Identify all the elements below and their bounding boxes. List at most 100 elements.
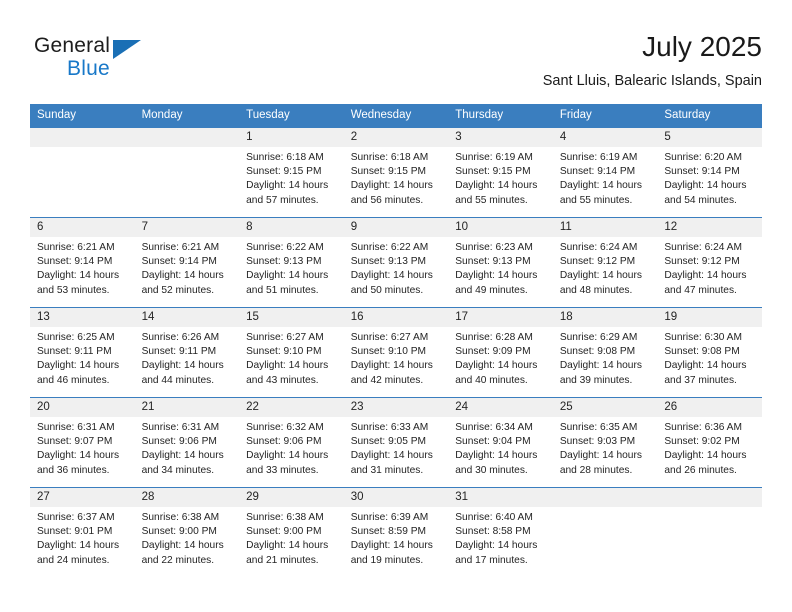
day-detail-line: Daylight: 14 hours <box>246 360 329 372</box>
day-detail-line: and 24 minutes. <box>37 554 110 566</box>
day-number: 24 <box>448 398 553 417</box>
day-number: 8 <box>239 218 344 237</box>
day-detail-line: Sunrise: 6:24 AM <box>664 242 742 253</box>
calendar-day-cell[interactable]: 1 Sunrise: 6:18 AM Sunset: 9:15 PM Daylight… <box>239 127 344 218</box>
calendar-day-cell[interactable]: 7 Sunrise: 6:21 AM Sunset: 9:14 PM Daylight… <box>134 217 240 308</box>
day-number: 12 <box>657 218 762 237</box>
calendar-day-cell[interactable]: 19 Sunrise: 6:30 AM Sunset: 9:08 PM Dayligh… <box>657 307 762 398</box>
calendar-day-cell[interactable]: 20 Sunrise: 6:31 AM Sunset: 9:07 PM Dayligh… <box>30 397 135 488</box>
day-detail-line: Sunrise: 6:19 AM <box>455 152 533 163</box>
calendar-day-cell[interactable]: 21 Sunrise: 6:31 AM Sunset: 9:06 PM Dayligh… <box>134 397 240 488</box>
calendar-day-cell[interactable]: 2 Sunrise: 6:18 AM Sunset: 9:15 PM Daylight… <box>343 127 449 218</box>
day-detail-line: Daylight: 14 hours <box>664 450 747 462</box>
day-detail-line: and 31 minutes. <box>350 464 424 476</box>
day-details: Sunrise: 6:25 AM Sunset: 9:11 PM Daylight:… <box>30 327 135 388</box>
day-detail-line: Sunset: 9:10 PM <box>246 346 322 358</box>
calendar-week-row: 6 Sunrise: 6:21 AM Sunset: 9:14 PM Daylight… <box>30 217 762 308</box>
day-detail-line: and 34 minutes. <box>141 464 215 476</box>
calendar-day-cell[interactable]: 10 Sunrise: 6:23 AM Sunset: 9:13 PM Dayligh… <box>448 217 553 308</box>
calendar-day-cell[interactable]: 18 Sunrise: 6:29 AM Sunset: 9:08 PM Dayligh… <box>552 307 658 398</box>
day-detail-line: and 44 minutes. <box>141 374 215 386</box>
day-number: 18 <box>552 308 658 327</box>
day-detail-line: Sunset: 9:14 PM <box>664 166 740 178</box>
weekday-header-sunday: Sunday <box>30 104 135 128</box>
day-detail-line: and 53 minutes. <box>37 284 110 296</box>
calendar-day-cell[interactable]: 9 Sunrise: 6:22 AM Sunset: 9:13 PM Daylight… <box>343 217 449 308</box>
day-detail-line: and 22 minutes. <box>141 554 215 566</box>
day-detail-line: Sunrise: 6:22 AM <box>350 242 429 253</box>
day-detail-line: Sunset: 9:01 PM <box>37 526 113 538</box>
day-number <box>552 488 658 507</box>
general-blue-logo[interactable]: General Blue <box>34 34 224 90</box>
calendar-day-cell[interactable]: 6 Sunrise: 6:21 AM Sunset: 9:14 PM Daylight… <box>30 217 135 308</box>
weekday-header-thursday: Thursday <box>448 104 553 128</box>
calendar-day-cell[interactable]: 22 Sunrise: 6:32 AM Sunset: 9:06 PM Dayligh… <box>239 397 344 488</box>
day-detail-line: Sunset: 9:14 PM <box>141 256 217 268</box>
triangle-logo-icon <box>113 40 141 59</box>
day-details: Sunrise: 6:22 AM Sunset: 9:13 PM Daylight:… <box>239 237 344 298</box>
day-details: Sunrise: 6:27 AM Sunset: 9:10 PM Daylight:… <box>344 327 449 388</box>
day-detail-line: Sunrise: 6:20 AM <box>664 152 742 163</box>
day-number: 4 <box>552 128 658 147</box>
calendar-week-row: 13 Sunrise: 6:25 AM Sunset: 9:11 PM Dayligh… <box>30 307 762 398</box>
calendar-day-cell[interactable]: 13 Sunrise: 6:25 AM Sunset: 9:11 PM Dayligh… <box>30 307 135 398</box>
calendar-day-cell[interactable]: 31 Sunrise: 6:40 AM Sunset: 8:58 PM Dayligh… <box>448 487 553 578</box>
calendar-day-cell[interactable]: 12 Sunrise: 6:24 AM Sunset: 9:12 PM Dayligh… <box>657 217 762 308</box>
calendar-day-cell[interactable]: 28 Sunrise: 6:38 AM Sunset: 9:00 PM Dayligh… <box>134 487 240 578</box>
day-detail-line: Daylight: 14 hours <box>664 360 747 372</box>
day-details: Sunrise: 6:36 AM Sunset: 9:02 PM Daylight:… <box>657 417 762 478</box>
calendar-day-cell[interactable]: 4 Sunrise: 6:19 AM Sunset: 9:14 PM Daylight… <box>552 127 658 218</box>
day-detail-line: Daylight: 14 hours <box>37 450 120 462</box>
calendar-day-cell[interactable]: 23 Sunrise: 6:33 AM Sunset: 9:05 PM Dayligh… <box>343 397 449 488</box>
day-details: Sunrise: 6:28 AM Sunset: 9:09 PM Daylight:… <box>448 327 553 388</box>
day-detail-line: Daylight: 14 hours <box>350 450 433 462</box>
calendar-day-cell[interactable]: 17 Sunrise: 6:28 AM Sunset: 9:09 PM Dayligh… <box>448 307 553 398</box>
title-block: July 2025 Sant Lluis, Balearic Islands, … <box>543 30 762 90</box>
day-number: 10 <box>448 218 553 237</box>
logo-text-blue: Blue <box>67 57 110 80</box>
day-detail-line: Daylight: 14 hours <box>664 270 747 282</box>
calendar-day-cell[interactable]: 30 Sunrise: 6:39 AM Sunset: 8:59 PM Dayligh… <box>343 487 449 578</box>
day-detail-line: Sunrise: 6:21 AM <box>141 242 220 253</box>
day-detail-line: Sunrise: 6:31 AM <box>141 422 220 433</box>
calendar-day-cell[interactable]: 11 Sunrise: 6:24 AM Sunset: 9:12 PM Dayligh… <box>552 217 658 308</box>
calendar-day-cell[interactable]: 29 Sunrise: 6:38 AM Sunset: 9:00 PM Dayligh… <box>239 487 344 578</box>
calendar-day-cell[interactable]: 14 Sunrise: 6:26 AM Sunset: 9:11 PM Dayligh… <box>134 307 240 398</box>
calendar-day-cell[interactable]: 5 Sunrise: 6:20 AM Sunset: 9:14 PM Daylight… <box>657 127 762 218</box>
day-details: Sunrise: 6:21 AM Sunset: 9:14 PM Daylight:… <box>30 237 135 298</box>
day-details: Sunrise: 6:31 AM Sunset: 9:06 PM Daylight:… <box>135 417 240 478</box>
day-detail-line: Sunset: 9:03 PM <box>559 436 636 448</box>
calendar-day-cell[interactable]: 3 Sunrise: 6:19 AM Sunset: 9:15 PM Daylight… <box>448 127 553 218</box>
day-number: 5 <box>657 128 762 147</box>
day-detail-line: and 42 minutes. <box>350 374 424 386</box>
month-calendar-table: Sunday Monday Tuesday Wednesday Thursday… <box>30 104 762 578</box>
day-detail-line: Daylight: 14 hours <box>559 360 642 372</box>
weekday-header-friday: Friday <box>552 104 658 128</box>
day-detail-line: Sunset: 9:07 PM <box>37 436 113 448</box>
calendar-day-cell[interactable]: 8 Sunrise: 6:22 AM Sunset: 9:13 PM Daylight… <box>239 217 344 308</box>
calendar-day-cell[interactable]: 16 Sunrise: 6:27 AM Sunset: 9:10 PM Dayligh… <box>343 307 449 398</box>
calendar-week-row: 1 Sunrise: 6:18 AM Sunset: 9:15 PM Daylight… <box>30 127 762 218</box>
day-details: Sunrise: 6:27 AM Sunset: 9:10 PM Daylight:… <box>239 327 344 388</box>
day-details: Sunrise: 6:19 AM Sunset: 9:14 PM Daylight:… <box>553 147 658 208</box>
day-detail-line: Daylight: 14 hours <box>37 360 120 372</box>
calendar-day-cell[interactable]: 24 Sunrise: 6:34 AM Sunset: 9:04 PM Dayligh… <box>448 397 553 488</box>
day-detail-line: Sunrise: 6:32 AM <box>246 422 324 433</box>
calendar-day-cell[interactable]: 25 Sunrise: 6:35 AM Sunset: 9:03 PM Dayligh… <box>552 397 658 488</box>
day-detail-line: Sunrise: 6:35 AM <box>559 422 638 433</box>
day-detail-line: Sunrise: 6:37 AM <box>37 512 115 523</box>
day-number: 15 <box>239 308 344 327</box>
day-detail-line: Sunrise: 6:25 AM <box>37 332 115 343</box>
calendar-day-cell[interactable]: 26 Sunrise: 6:36 AM Sunset: 9:02 PM Dayligh… <box>657 397 762 488</box>
day-detail-line: Sunrise: 6:21 AM <box>37 242 115 253</box>
day-number: 2 <box>343 128 449 147</box>
day-number: 20 <box>30 398 135 417</box>
day-details: Sunrise: 6:19 AM Sunset: 9:15 PM Daylight:… <box>448 147 553 208</box>
day-detail-line: and 46 minutes. <box>37 374 110 386</box>
day-details: Sunrise: 6:32 AM Sunset: 9:06 PM Daylight:… <box>239 417 344 478</box>
weekday-header-saturday: Saturday <box>657 104 762 128</box>
day-detail-line: Daylight: 14 hours <box>559 180 642 192</box>
calendar-day-cell[interactable]: 15 Sunrise: 6:27 AM Sunset: 9:10 PM Dayligh… <box>239 307 344 398</box>
calendar-day-cell[interactable]: 27 Sunrise: 6:37 AM Sunset: 9:01 PM Dayligh… <box>30 487 135 578</box>
day-number: 31 <box>448 488 553 507</box>
